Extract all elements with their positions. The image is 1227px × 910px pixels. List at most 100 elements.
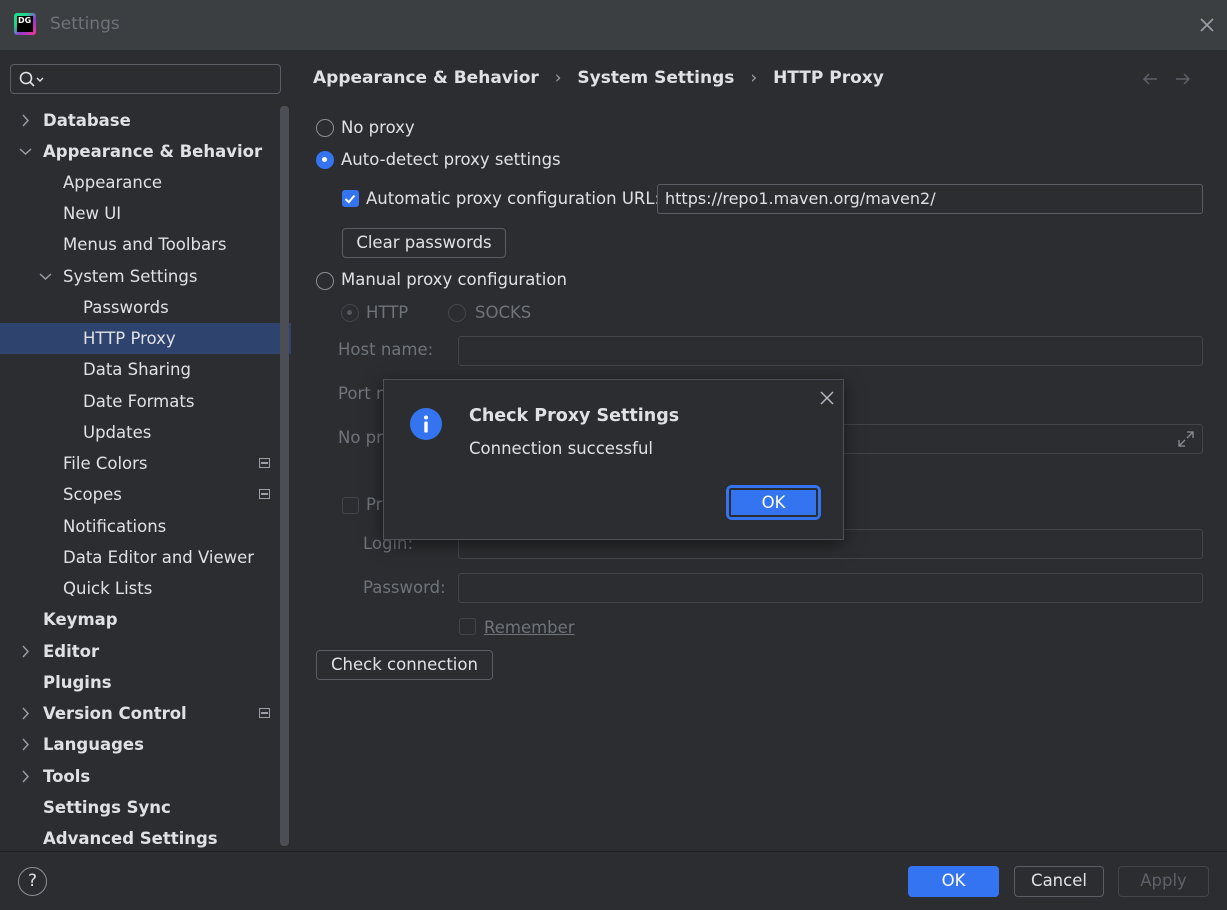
back-arrow-icon[interactable] [1141, 70, 1159, 88]
check-connection-button[interactable]: Check connection [316, 650, 493, 680]
password-field[interactable] [458, 573, 1203, 603]
sidebar-item-menus-toolbars[interactable]: Menus and Toolbars [0, 229, 291, 260]
sidebar-item-appearance[interactable]: Appearance [0, 167, 291, 198]
socks-label: SOCKS [475, 303, 532, 322]
http-radio[interactable] [341, 304, 359, 322]
sidebar-item-label: Quick Lists [63, 579, 153, 598]
sidebar-item-editor[interactable]: Editor [0, 636, 291, 667]
sidebar-item-label: Data Editor and Viewer [63, 548, 255, 567]
chevron-down-icon[interactable] [38, 261, 54, 292]
sidebar-item-data-editor-viewer[interactable]: Data Editor and Viewer [0, 542, 291, 573]
remember-checkbox[interactable] [459, 618, 476, 635]
dialog-title: Check Proxy Settings [469, 406, 680, 426]
project-level-icon [259, 458, 270, 468]
close-icon[interactable] [818, 389, 836, 407]
close-icon[interactable] [1196, 14, 1218, 36]
chevron-right-icon[interactable] [18, 729, 34, 760]
sidebar-item-database[interactable]: Database [0, 105, 291, 136]
sidebar-item-label: Tools [43, 767, 91, 786]
sidebar-item-label: Version Control [43, 704, 187, 723]
sidebar-item-label: Scopes [63, 485, 122, 504]
settings-sidebar: Database Appearance & Behavior Appearanc… [0, 50, 291, 851]
search-icon [19, 71, 44, 87]
sidebar-item-tools[interactable]: Tools [0, 761, 291, 792]
sidebar-item-plugins[interactable]: Plugins [0, 667, 291, 698]
sidebar-item-label: Keymap [43, 610, 118, 629]
forward-arrow-icon[interactable] [1174, 70, 1192, 88]
socks-radio[interactable] [448, 304, 466, 322]
dialog-message: Connection successful [469, 439, 653, 458]
breadcrumb-separator: › [750, 68, 758, 88]
sidebar-item-label: Menus and Toolbars [63, 235, 227, 254]
sidebar-item-quick-lists[interactable]: Quick Lists [0, 573, 291, 604]
sidebar-item-data-sharing[interactable]: Data Sharing [0, 354, 291, 385]
sidebar-item-label: Settings Sync [43, 798, 171, 817]
check-proxy-dialog: Check Proxy Settings Connection successf… [383, 379, 844, 540]
sidebar-item-advanced-settings[interactable]: Advanced Settings [0, 823, 291, 854]
sidebar-item-label: HTTP Proxy [83, 329, 176, 348]
chevron-right-icon[interactable] [18, 105, 34, 136]
sidebar-item-file-colors[interactable]: File Colors [0, 448, 291, 479]
dialog-ok-button[interactable]: OK [726, 485, 821, 520]
sidebar-item-new-ui[interactable]: New UI [0, 198, 291, 229]
breadcrumb-separator: › [554, 68, 562, 88]
chevron-right-icon[interactable] [18, 636, 34, 667]
cancel-button[interactable]: Cancel [1014, 866, 1104, 897]
manual-proxy-radio[interactable] [316, 272, 334, 290]
dialog-footer: ? OK Cancel Apply [0, 851, 1227, 910]
breadcrumb: Appearance & Behavior › System Settings … [313, 68, 894, 88]
apply-button[interactable]: Apply [1118, 866, 1209, 897]
expand-icon[interactable] [1177, 430, 1195, 448]
auto-config-url-checkbox[interactable] [342, 190, 359, 207]
sidebar-item-label: Editor [43, 642, 100, 661]
auto-detect-label[interactable]: Auto-detect proxy settings [341, 150, 561, 169]
sidebar-item-label: New UI [63, 204, 122, 223]
sidebar-item-keymap[interactable]: Keymap [0, 604, 291, 635]
sidebar-item-updates[interactable]: Updates [0, 417, 291, 448]
chevron-down-icon[interactable] [18, 136, 34, 167]
sidebar-item-languages[interactable]: Languages [0, 729, 291, 760]
sidebar-item-http-proxy[interactable]: HTTP Proxy [0, 323, 291, 354]
sidebar-item-notifications[interactable]: Notifications [0, 511, 291, 542]
sidebar-item-version-control[interactable]: Version Control [0, 698, 291, 729]
breadcrumb-item[interactable]: System Settings [577, 68, 734, 88]
no-proxy-radio[interactable] [316, 119, 334, 137]
sidebar-item-label: Notifications [63, 517, 167, 536]
sidebar-item-passwords[interactable]: Passwords [0, 292, 291, 323]
manual-proxy-label[interactable]: Manual proxy configuration [341, 270, 567, 289]
sidebar-item-date-formats[interactable]: Date Formats [0, 386, 291, 417]
chevron-right-icon[interactable] [18, 761, 34, 792]
chevron-right-icon[interactable] [18, 698, 34, 729]
no-proxy-label[interactable]: No proxy [341, 118, 415, 137]
sidebar-item-label: File Colors [63, 454, 148, 473]
sidebar-scrollbar[interactable] [280, 106, 289, 846]
project-level-icon [259, 489, 270, 499]
sidebar-item-scopes[interactable]: Scopes [0, 479, 291, 510]
auto-detect-radio[interactable] [316, 151, 334, 169]
auto-config-url-field[interactable]: https://repo1.maven.org/maven2/ [657, 184, 1203, 214]
project-level-icon [259, 708, 270, 718]
help-button[interactable]: ? [18, 867, 47, 896]
sidebar-item-appearance-behavior[interactable]: Appearance & Behavior [0, 136, 291, 167]
breadcrumb-item[interactable]: Appearance & Behavior [313, 68, 539, 88]
clear-passwords-button[interactable]: Clear passwords [342, 228, 506, 258]
auto-config-url-label[interactable]: Automatic proxy configuration URL: [366, 189, 660, 208]
ok-button[interactable]: OK [908, 866, 999, 897]
no-proxy-for-field[interactable] [831, 424, 1203, 454]
breadcrumb-item: HTTP Proxy [773, 68, 884, 88]
sidebar-item-label: Database [43, 111, 131, 130]
proxy-auth-checkbox[interactable] [342, 497, 359, 514]
sidebar-item-system-settings[interactable]: System Settings [0, 261, 291, 292]
search-input[interactable] [10, 64, 281, 94]
password-label: Password: [363, 578, 446, 597]
host-name-field[interactable] [458, 336, 1203, 366]
port-number-label: Port n [338, 384, 387, 403]
sidebar-item-settings-sync[interactable]: Settings Sync [0, 792, 291, 823]
app-logo-icon: DG [14, 13, 36, 35]
sidebar-item-label: Passwords [83, 298, 169, 317]
http-label: HTTP [366, 303, 409, 322]
remember-label: Remember [484, 618, 575, 637]
sidebar-item-label: Data Sharing [83, 360, 191, 379]
host-name-label: Host name: [338, 340, 434, 359]
info-icon [410, 408, 442, 440]
